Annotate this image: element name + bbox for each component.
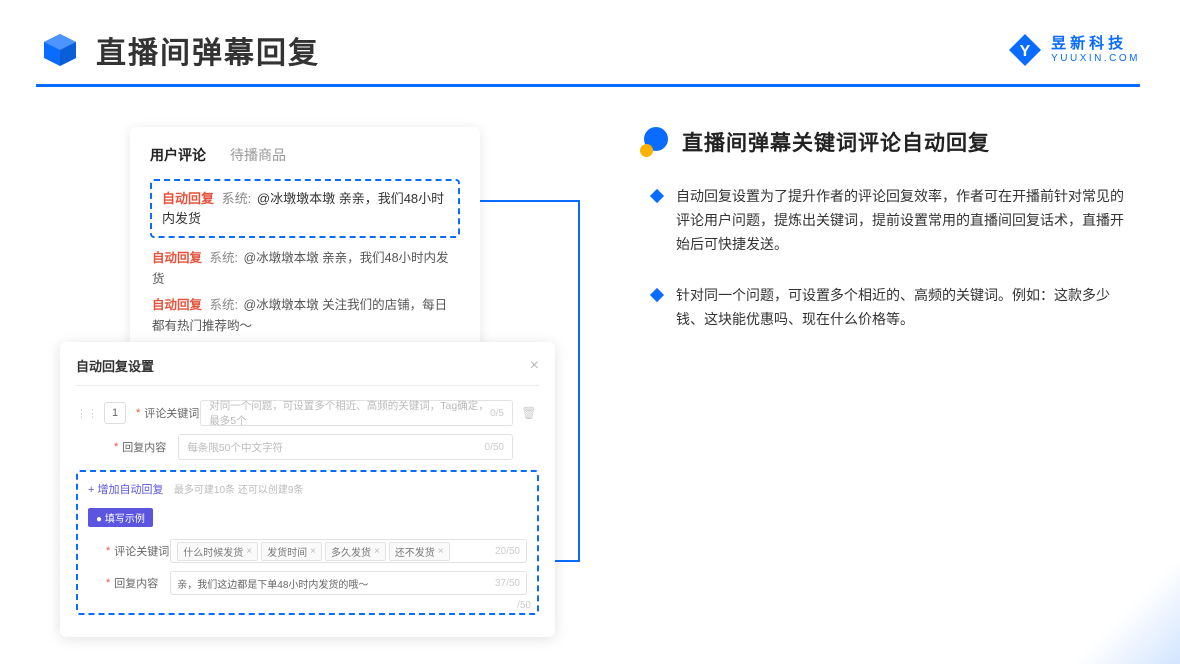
- left-column: 用户评论 待播商品 自动回复 系统: @冰墩墩本墩 亲亲，我们48小时内发货 自…: [60, 127, 580, 363]
- example-content-text: 亲，我们这边都是下单48小时内发货的哦～: [177, 576, 368, 591]
- reply-line: 自动回复 系统: @冰墩墩本墩 关注我们的店铺，每日都有热门推荐哟～: [152, 295, 458, 338]
- placeholder: 每条限50个中文字符: [187, 440, 283, 455]
- logo-en: YUUXIN.COM: [1051, 53, 1140, 64]
- form-row-content: * 回复内容 每条限50个中文字符 0/50 🗑: [76, 434, 539, 460]
- tab-pending-goods[interactable]: 待播商品: [230, 145, 286, 165]
- reply-line: 自动回复 系统: @冰墩墩本墩 亲亲，我们48小时内发货: [152, 248, 458, 291]
- ex-keyword-label: 评论关键词: [114, 543, 170, 559]
- tabs: 用户评论 待播商品: [150, 145, 460, 165]
- bullet-item: 自动回复设置为了提升作者的评论回复效率，作者可在开播前针对常见的评论用户问题，提…: [640, 185, 1140, 256]
- system-tag: 系统:: [210, 251, 238, 265]
- delete-icon[interactable]: 🗑: [519, 406, 539, 420]
- logo-mark-icon: Y: [1007, 32, 1043, 68]
- bullet-text: 自动回复设置为了提升作者的评论回复效率，作者可在开播前针对常见的评论用户问题，提…: [676, 185, 1130, 256]
- section-title: 直播间弹幕关键词评论自动回复: [682, 127, 990, 157]
- slide-header: 直播间弹幕回复 Y 昱新科技 YUUXIN.COM: [0, 0, 1180, 84]
- add-and-example-section: + 增加自动回复 最多可建10条 还可以创建9条 ● 填写示例 * 评论关键词 …: [76, 470, 539, 615]
- auto-reply-tag: 自动回复: [152, 251, 202, 265]
- cube-icon: [40, 30, 80, 70]
- connector-line: [578, 200, 580, 562]
- connector-line: [478, 200, 580, 202]
- content-label: 回复内容: [122, 439, 178, 455]
- bullet-text: 针对同一个问题，可设置多个相近的、高频的关键词。例如：这款多少钱、这块能优惠吗、…: [676, 284, 1130, 332]
- corner-decoration: [1040, 564, 1180, 664]
- form-row-keyword: ⋮⋮ 1 * 评论关键词 对同一个问题，可设置多个相近、高频的关键词，Tag确定…: [76, 400, 539, 426]
- placeholder: 对同一个问题，可设置多个相近、高频的关键词，Tag确定，最多5个: [209, 398, 490, 428]
- keyword-tag[interactable]: 多久发货×: [325, 542, 386, 561]
- row-number: 1: [104, 402, 126, 424]
- keyword-label: 评论关键词: [144, 405, 200, 421]
- char-count: 0/5: [490, 408, 504, 419]
- bubble-icon: [640, 127, 670, 157]
- svg-text:Y: Y: [1020, 43, 1031, 60]
- char-count: 37/50: [495, 578, 520, 589]
- auto-reply-tag: 自动回复: [162, 191, 214, 206]
- system-tag: 系统:: [222, 191, 252, 206]
- diamond-icon: [650, 189, 664, 203]
- keyword-input[interactable]: 对同一个问题，可设置多个相近、高频的关键词，Tag确定，最多5个 0/5: [200, 400, 513, 426]
- example-row-keyword: * 评论关键词 什么时候发货× 发货时间× 多久发货× 还不发货× 20/50: [88, 539, 527, 563]
- keyword-tag[interactable]: 还不发货×: [389, 542, 450, 561]
- example-row-content: * 回复内容 亲，我们这边都是下单48小时内发货的哦～ 37/50: [88, 571, 527, 595]
- char-count: 0/50: [485, 442, 504, 453]
- required-dot: *: [114, 441, 118, 453]
- logo-cn: 昱新科技: [1051, 36, 1140, 53]
- brand-logo: Y 昱新科技 YUUXIN.COM: [1007, 32, 1140, 68]
- required-dot: *: [106, 545, 110, 557]
- ex-content-label: 回复内容: [114, 575, 170, 591]
- overflow-count: /50: [517, 600, 531, 611]
- keyword-tag[interactable]: 发货时间×: [261, 542, 322, 561]
- example-content-input[interactable]: 亲，我们这边都是下单48小时内发货的哦～ 37/50: [170, 571, 527, 595]
- required-dot: *: [136, 407, 140, 419]
- example-badge: ● 填写示例: [88, 508, 153, 527]
- highlighted-reply: 自动回复 系统: @冰墩墩本墩 亲亲，我们48小时内发货: [150, 179, 460, 238]
- keyword-tag[interactable]: 什么时候发货×: [177, 542, 258, 561]
- right-column: 直播间弹幕关键词评论自动回复 自动回复设置为了提升作者的评论回复效率，作者可在开…: [580, 127, 1140, 363]
- comments-panel: 用户评论 待播商品 自动回复 系统: @冰墩墩本墩 亲亲，我们48小时内发货 自…: [130, 127, 480, 363]
- char-count: 20/50: [495, 546, 520, 557]
- close-icon[interactable]: ×: [530, 357, 539, 375]
- bullet-item: 针对同一个问题，可设置多个相近的、高频的关键词。例如：这款多少钱、这块能优惠吗、…: [640, 284, 1140, 332]
- content-input[interactable]: 每条限50个中文字符 0/50: [178, 434, 513, 460]
- modal-title: 自动回复设置: [76, 356, 154, 375]
- add-auto-reply-link[interactable]: + 增加自动回复: [88, 484, 163, 496]
- tab-user-comments[interactable]: 用户评论: [150, 145, 206, 165]
- system-tag: 系统:: [210, 298, 238, 312]
- required-dot: *: [106, 577, 110, 589]
- example-keyword-input[interactable]: 什么时候发货× 发货时间× 多久发货× 还不发货× 20/50: [170, 539, 527, 563]
- auto-reply-settings-modal: 自动回复设置 × ⋮⋮ 1 * 评论关键词 对同一个问题，可设置多个相近、高频的…: [60, 342, 555, 637]
- drag-handle-icon[interactable]: ⋮⋮: [76, 407, 98, 420]
- add-hint: 最多可建10条 还可以创建9条: [174, 485, 303, 496]
- diamond-icon: [650, 288, 664, 302]
- section-heading: 直播间弹幕关键词评论自动回复: [640, 127, 1140, 157]
- page-title: 直播间弹幕回复: [96, 28, 320, 72]
- auto-reply-tag: 自动回复: [152, 298, 202, 312]
